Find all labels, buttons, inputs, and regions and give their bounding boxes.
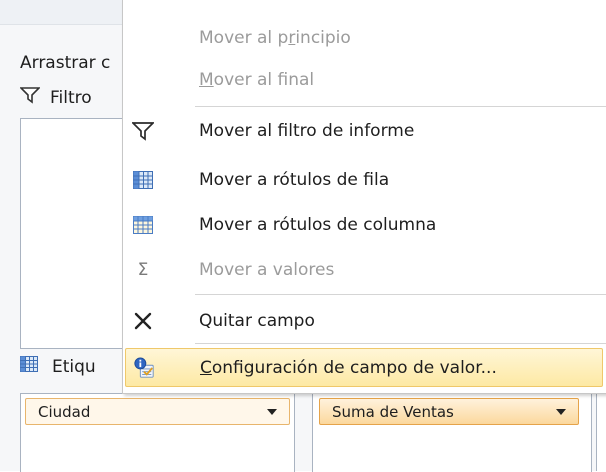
field-settings-icon (133, 357, 155, 379)
values-field-label: Suma de Ventas (332, 402, 454, 421)
menu-item-remove-field[interactable]: Quitar campo (123, 301, 606, 341)
drag-fields-label: Arrastrar c (20, 53, 111, 73)
menu-item-move-to-beginning[interactable]: Mover al principio (123, 18, 606, 58)
menu-item-label: Mover a rótulos de columna (199, 215, 437, 235)
column-labels-grid-icon (132, 214, 154, 236)
row-labels-header-label: Etiqu (52, 356, 96, 377)
menu-item-label: Quitar campo (199, 311, 315, 331)
menu-item-value-field-settings[interactable]: Configuración de campo de valor... (125, 348, 603, 387)
menu-item-label: Mover al final (199, 70, 315, 90)
menu-item-move-to-report-filter[interactable]: Mover al filtro de informe (123, 111, 606, 151)
menu-item-label: Mover al principio (199, 28, 351, 48)
report-filter-header: Filtro (19, 86, 92, 109)
menu-item-label: Mover a valores (199, 260, 335, 280)
menu-item-move-to-column-labels[interactable]: Mover a rótulos de columna (123, 205, 606, 245)
chevron-down-icon[interactable] (267, 408, 277, 415)
row-labels-area[interactable]: Ciudad (20, 393, 295, 472)
filter-icon (132, 120, 154, 142)
filter-header-label: Filtro (50, 87, 92, 108)
row-labels-header: Etiqu (20, 356, 96, 377)
field-context-menu: Mover al principio Mover al final Mover … (122, 0, 606, 394)
pane-right-edge (596, 393, 606, 471)
menu-item-label: Configuración de campo de valor... (200, 357, 497, 378)
menu-item-move-to-values[interactable]: Σ Mover a valores (123, 250, 606, 290)
sigma-icon: Σ (137, 260, 149, 280)
menu-item-move-to-end[interactable]: Mover al final (123, 60, 606, 100)
menu-separator (195, 106, 606, 107)
filter-header-icon (19, 86, 41, 109)
values-field-chip[interactable]: Suma de Ventas (319, 398, 579, 425)
menu-item-label: Mover al filtro de informe (199, 121, 415, 141)
menu-separator (195, 294, 606, 295)
values-area[interactable]: Suma de Ventas (312, 393, 592, 472)
menu-item-label: Mover a rótulos de fila (199, 170, 390, 190)
report-filter-area[interactable] (20, 118, 132, 349)
menu-item-move-to-row-labels[interactable]: Mover a rótulos de fila (123, 160, 606, 200)
row-labels-header-icon (20, 356, 38, 377)
chevron-down-icon[interactable] (556, 408, 566, 415)
rows-field-label: Ciudad (38, 402, 91, 421)
menu-separator (195, 343, 606, 344)
row-labels-grid-icon (132, 169, 154, 191)
rows-field-chip[interactable]: Ciudad (25, 398, 290, 425)
remove-x-icon (132, 310, 154, 332)
